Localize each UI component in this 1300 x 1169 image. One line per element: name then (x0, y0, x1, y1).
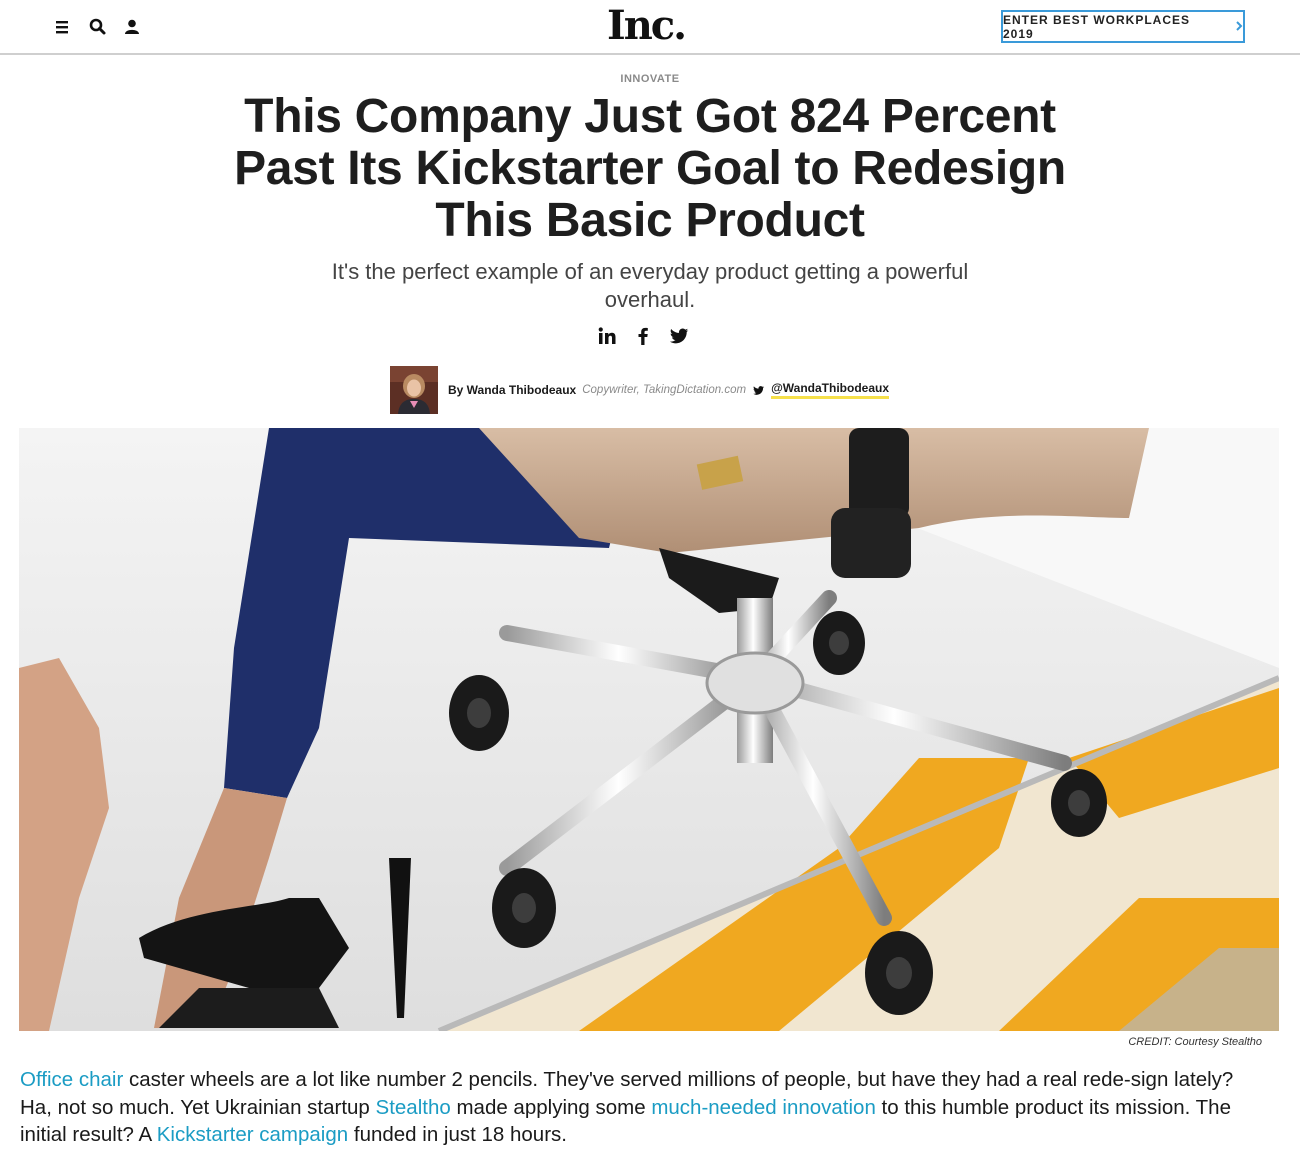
enter-best-workplaces-button[interactable]: ENTER BEST WORKPLACES 2019 (1001, 10, 1245, 43)
link-office-chair[interactable]: Office chair (20, 1068, 123, 1091)
author-title: Copywriter, TakingDictation.com (582, 384, 747, 396)
link-kickstarter-campaign[interactable]: Kickstarter campaign (157, 1123, 348, 1146)
facebook-icon[interactable] (632, 325, 654, 347)
twitter-icon[interactable] (668, 325, 690, 347)
chevron-right-icon (1235, 19, 1243, 34)
section-label[interactable]: INNOVATE (0, 73, 1300, 85)
author-twitter-handle[interactable]: @WandaThibodeaux (771, 381, 890, 399)
share-buttons (596, 325, 690, 347)
user-icon[interactable] (122, 17, 142, 37)
article-body-paragraph: Office chair caster wheels are a lot lik… (20, 1066, 1260, 1149)
inc-logo[interactable]: Inc. (607, 2, 687, 49)
twitter-small-icon (752, 384, 765, 397)
nav-icons (54, 17, 142, 37)
top-navigation-bar: Inc. ENTER BEST WORKPLACES 2019 (0, 0, 1300, 55)
image-credit: CREDIT: Courtesy Stealtho (1128, 1036, 1262, 1048)
body-text-4: funded in just 18 hours. (348, 1123, 567, 1146)
cta-label: ENTER BEST WORKPLACES 2019 (1003, 12, 1191, 41)
body-text-2: made applying some (450, 1095, 652, 1119)
byline-text: By Wanda Thibodeaux Copywriter, TakingDi… (448, 381, 890, 399)
article-headline: This Company Just Got 824 Percent Past I… (234, 90, 1066, 247)
author-byline: By Wanda Thibodeaux Copywriter, TakingDi… (390, 366, 890, 414)
link-much-needed-innovation[interactable]: much-needed innovation (651, 1096, 876, 1119)
author-name[interactable]: By Wanda Thibodeaux (448, 383, 576, 397)
author-avatar[interactable] (390, 366, 438, 414)
menu-icon[interactable] (54, 17, 74, 37)
article-dek: It's the perfect example of an everyday … (331, 259, 969, 312)
linkedin-icon[interactable] (596, 325, 618, 347)
hero-image (19, 428, 1279, 1031)
link-stealtho[interactable]: Stealtho (376, 1096, 451, 1119)
search-icon[interactable] (88, 17, 108, 37)
